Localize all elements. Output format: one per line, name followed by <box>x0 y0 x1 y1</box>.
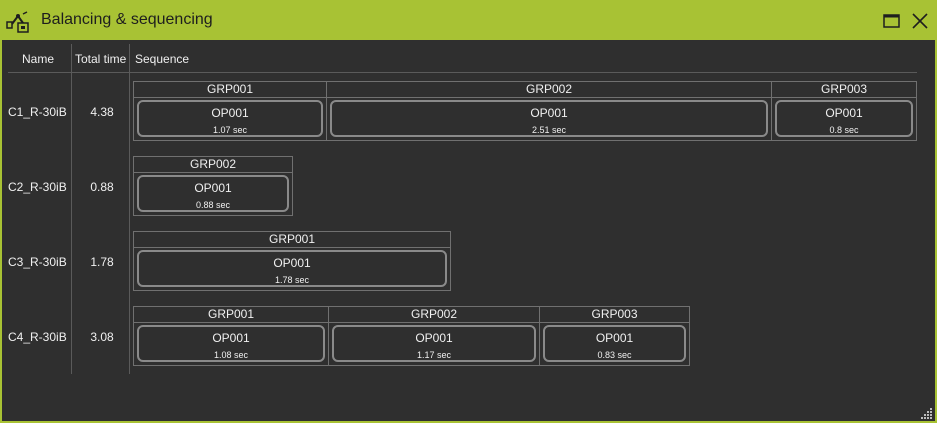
group-block: GRP001 OP001 1.78 sec <box>133 231 451 291</box>
operation-time: 1.78 sec <box>274 275 310 285</box>
operation-block[interactable]: OP001 1.17 sec <box>332 325 536 362</box>
operation-block[interactable]: OP001 0.88 sec <box>137 175 289 212</box>
close-icon[interactable] <box>908 10 932 32</box>
row-total-time: 0.88 <box>90 180 114 194</box>
operation-time: 0.83 sec <box>597 350 632 360</box>
balancing-window: Balancing & sequencing Name Total time S… <box>0 0 937 423</box>
operation-time: 1.08 sec <box>213 350 249 360</box>
row-name: C4_R-30iB <box>8 330 67 344</box>
column-header-name: Name <box>22 52 55 66</box>
operation-name: OP001 <box>825 106 863 120</box>
column-divider-2 <box>129 44 130 374</box>
row-name: C1_R-30iB <box>8 105 67 119</box>
operation-block[interactable]: OP001 0.83 sec <box>543 325 686 362</box>
group-label: GRP003 <box>772 82 916 98</box>
operation-time: 1.17 sec <box>416 350 452 360</box>
group-label: GRP002 <box>329 307 539 323</box>
group-block: GRP001 OP001 1.08 sec <box>133 306 329 366</box>
column-divider-1 <box>71 44 72 374</box>
operation-name: OP001 <box>211 106 249 120</box>
operation-block[interactable]: OP001 0.8 sec <box>775 100 913 137</box>
row-name: C2_R-30iB <box>8 180 67 194</box>
column-header-sequence: Sequence <box>135 52 190 66</box>
operation-name: OP001 <box>194 181 232 195</box>
content-area: Name Total time Sequence C1_R-30iB 4.38 … <box>2 40 935 421</box>
robot-arm-icon <box>6 11 29 33</box>
window-title: Balancing & sequencing <box>41 11 213 28</box>
title-bar[interactable]: Balancing & sequencing <box>2 2 935 40</box>
row-total-time: 1.78 <box>90 255 114 269</box>
group-label: GRP002 <box>134 157 292 173</box>
resize-grip-icon[interactable] <box>921 407 933 419</box>
operation-block[interactable]: OP001 1.78 sec <box>137 250 447 287</box>
group-label: GRP001 <box>134 232 450 248</box>
operation-time: 0.8 sec <box>829 125 859 135</box>
group-block: GRP003 OP001 0.83 sec <box>539 306 690 366</box>
operation-time: 2.51 sec <box>531 125 567 135</box>
operation-name: OP001 <box>273 256 311 270</box>
group-block: GRP001 OP001 1.07 sec <box>133 81 327 141</box>
operation-time: 0.88 sec <box>195 200 231 210</box>
column-header-total-time: Total time <box>75 52 127 66</box>
group-label: GRP003 <box>540 307 689 323</box>
operation-block[interactable]: OP001 1.07 sec <box>137 100 323 137</box>
group-block: GRP002 OP001 0.88 sec <box>133 156 293 216</box>
group-label: GRP001 <box>134 82 326 98</box>
maximize-icon[interactable] <box>880 10 904 32</box>
group-block: GRP002 OP001 2.51 sec <box>326 81 772 141</box>
operation-name: OP001 <box>595 331 634 345</box>
operation-block[interactable]: OP001 1.08 sec <box>137 325 325 362</box>
group-label: GRP002 <box>327 82 771 98</box>
row-total-time: 4.38 <box>90 105 114 119</box>
operation-name: OP001 <box>530 106 568 120</box>
operation-name: OP001 <box>415 331 453 345</box>
operation-time: 1.07 sec <box>212 125 248 135</box>
operation-name: OP001 <box>212 331 250 345</box>
group-label: GRP001 <box>134 307 328 323</box>
operation-block[interactable]: OP001 2.51 sec <box>330 100 768 137</box>
row-name: C3_R-30iB <box>8 255 67 269</box>
group-block: GRP003 OP001 0.8 sec <box>771 81 917 141</box>
header-divider <box>8 72 917 73</box>
row-total-time: 3.08 <box>90 330 114 344</box>
group-block: GRP002 OP001 1.17 sec <box>328 306 540 366</box>
